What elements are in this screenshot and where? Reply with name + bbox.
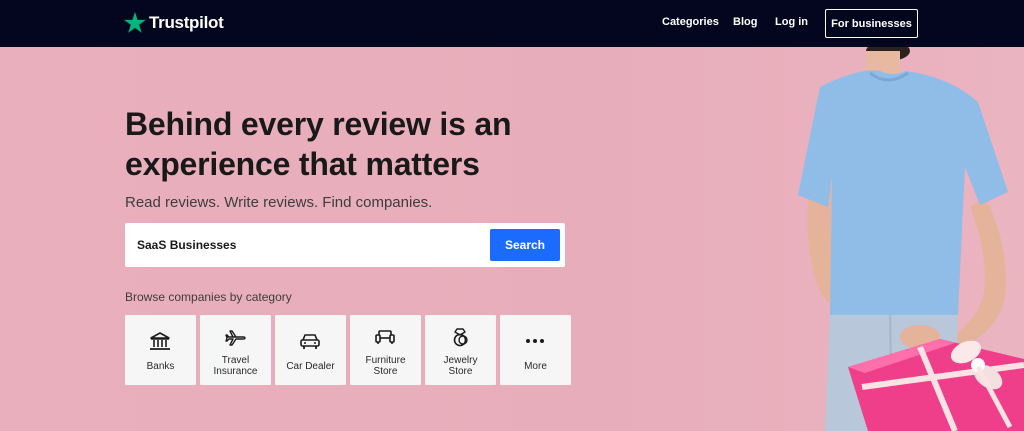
category-label-line-2: Store [448, 366, 473, 377]
category-label-line-1: Furniture [365, 355, 406, 366]
category-label-line-2: Store [373, 366, 398, 377]
category-banks[interactable]: Banks [125, 315, 196, 385]
nav-blog-link[interactable]: Blog [733, 16, 757, 28]
nav-login-link[interactable]: Log in [775, 16, 808, 28]
category-label: Car Dealer [286, 361, 335, 372]
search-bar: Search [125, 223, 565, 267]
category-travel-insurance[interactable]: Travel Insurance [200, 315, 271, 385]
hero-subheadline: Read reviews. Write reviews. Find compan… [125, 194, 433, 211]
top-navigation-bar: Trustpilot Categories Blog Log in For bu… [0, 0, 1024, 47]
sofa-icon [375, 330, 395, 344]
trustpilot-logo[interactable]: Trustpilot [124, 12, 224, 33]
hero-headline: Behind every review is an experience tha… [125, 106, 512, 182]
airplane-icon [225, 330, 246, 346]
brand-name: Trustpilot [149, 12, 224, 32]
person-with-gift-image [798, 47, 1024, 431]
category-label: More [524, 361, 547, 372]
nav-categories-link[interactable]: Categories [662, 16, 719, 28]
category-jewelry-store[interactable]: Jewelry Store [425, 315, 496, 385]
category-label-line-1: Travel [221, 355, 250, 366]
category-car-dealer[interactable]: Car Dealer [275, 315, 346, 385]
search-input[interactable] [137, 231, 477, 259]
category-label-line-2: Insurance [213, 366, 258, 377]
more-dots-icon [526, 339, 544, 343]
category-more[interactable]: More [500, 315, 571, 385]
category-furniture-store[interactable]: Furniture Store [350, 315, 421, 385]
browse-categories-title: Browse companies by category [125, 290, 292, 304]
bank-icon [150, 332, 170, 350]
category-label-line-1: Jewelry [443, 355, 478, 366]
for-businesses-button[interactable]: For businesses [825, 9, 918, 38]
star-logo-icon [124, 12, 146, 33]
ring-icon [453, 328, 468, 347]
search-button[interactable]: Search [490, 229, 560, 261]
category-label: Banks [146, 361, 175, 372]
car-icon [300, 334, 320, 349]
